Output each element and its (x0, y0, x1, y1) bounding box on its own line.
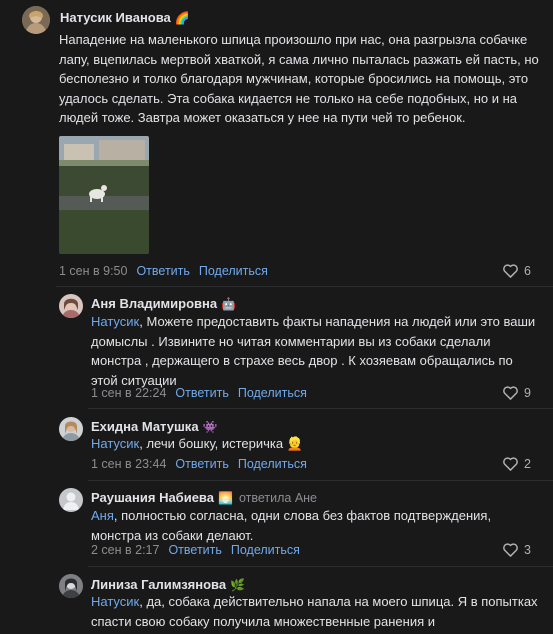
comment-author[interactable]: Натусик Иванова 🌈 (60, 10, 190, 25)
reply-link[interactable]: Ответить (136, 264, 189, 278)
reply-link[interactable]: Ответить (168, 543, 221, 557)
mention-link[interactable]: Натусик (91, 314, 139, 329)
heart-icon (503, 386, 518, 400)
comment-body: , полностью согласна, одни слова без фак… (91, 508, 492, 543)
author-name[interactable]: Линиза Галимзянова (91, 577, 226, 592)
share-link[interactable]: Поделиться (238, 386, 307, 400)
rainbow-icon: 🌈 (174, 11, 190, 25)
author-name[interactable]: Раушания Набиева (91, 490, 214, 505)
mention-link[interactable]: Натусик (91, 436, 139, 451)
comments-thread: Натусик Иванова 🌈 Нападение на маленького… (0, 0, 553, 634)
comment-text: Аня, полностью согласна, одни слова без … (91, 506, 539, 545)
comment-body: , Можете предоставить факты нападения на… (91, 314, 536, 388)
leaf-icon: 🌿 (230, 578, 246, 592)
share-link[interactable]: Поделиться (199, 264, 268, 278)
comment-text: Натусик, лечи бошку, истеричка 👱 (91, 434, 539, 454)
divider (88, 480, 553, 481)
divider (56, 286, 553, 287)
heart-icon (503, 264, 518, 278)
comment-text: Натусик, Можете предоставить факты напад… (91, 312, 539, 390)
avatar[interactable] (22, 6, 50, 34)
heart-icon (503, 543, 518, 557)
comment-body: , да, собака действительно напала на мое… (91, 594, 538, 629)
comment-author[interactable]: Ехидна Матушка 👾 (91, 419, 218, 434)
like-button[interactable]: 6 (503, 264, 531, 278)
comment-text: Нападение на маленького шпица произошло … (59, 30, 539, 128)
avatar[interactable] (59, 417, 83, 441)
comment-author[interactable]: Аня Владимировна 🤖 (91, 296, 236, 311)
share-link[interactable]: Поделиться (231, 543, 300, 557)
reply-link[interactable]: Ответить (175, 457, 228, 471)
like-button[interactable]: 9 (503, 386, 531, 400)
comment-date[interactable]: 2 сен в 2:17 (91, 543, 159, 557)
replied-to-label[interactable]: ответила Ане (239, 491, 317, 505)
avatar[interactable] (59, 574, 83, 598)
like-button[interactable]: 3 (503, 543, 531, 557)
like-button[interactable]: 2 (503, 457, 531, 471)
divider (88, 566, 553, 567)
attached-photo[interactable] (59, 136, 149, 254)
heart-icon (503, 457, 518, 471)
mention-link[interactable]: Натусик (91, 594, 139, 609)
reply-link[interactable]: Ответить (175, 386, 228, 400)
comment-body: , лечи бошку, истеричка 👱 (139, 436, 303, 451)
divider (88, 408, 553, 409)
comment-body: Нападение на маленького шпица произошло … (59, 32, 539, 125)
comment-date[interactable]: 1 сен в 23:44 (91, 457, 166, 471)
like-count: 3 (524, 543, 531, 557)
comment-author[interactable]: Линиза Галимзянова 🌿 (91, 577, 245, 592)
robot-icon: 🤖 (221, 297, 237, 311)
like-count: 9 (524, 386, 531, 400)
comment-meta: 1 сен в 22:24 Ответить Поделиться (91, 386, 307, 400)
like-count: 2 (524, 457, 531, 471)
author-name[interactable]: Ехидна Матушка (91, 419, 199, 434)
comment-date[interactable]: 1 сен в 22:24 (91, 386, 166, 400)
comment-meta: 2 сен в 2:17 Ответить Поделиться (91, 543, 300, 557)
like-count: 6 (524, 264, 531, 278)
comment-meta: 1 сен в 23:44 Ответить Поделиться (91, 457, 307, 471)
sunset-icon: 🌅 (218, 491, 233, 505)
comment-text: Натусик, да, собака действительно напала… (91, 592, 539, 631)
share-link[interactable]: Поделиться (238, 457, 307, 471)
author-name[interactable]: Аня Владимировна (91, 296, 217, 311)
avatar[interactable] (59, 294, 83, 318)
author-name[interactable]: Натусик Иванова (60, 10, 171, 25)
comment-author[interactable]: Раушания Набиева 🌅 ответила Ане (91, 490, 317, 505)
comment-date[interactable]: 1 сен в 9:50 (59, 264, 127, 278)
mention-link[interactable]: Аня (91, 508, 114, 523)
avatar[interactable] (59, 488, 83, 512)
comment-meta: 1 сен в 9:50 Ответить Поделиться (59, 264, 268, 278)
alien-icon: 👾 (202, 420, 218, 434)
